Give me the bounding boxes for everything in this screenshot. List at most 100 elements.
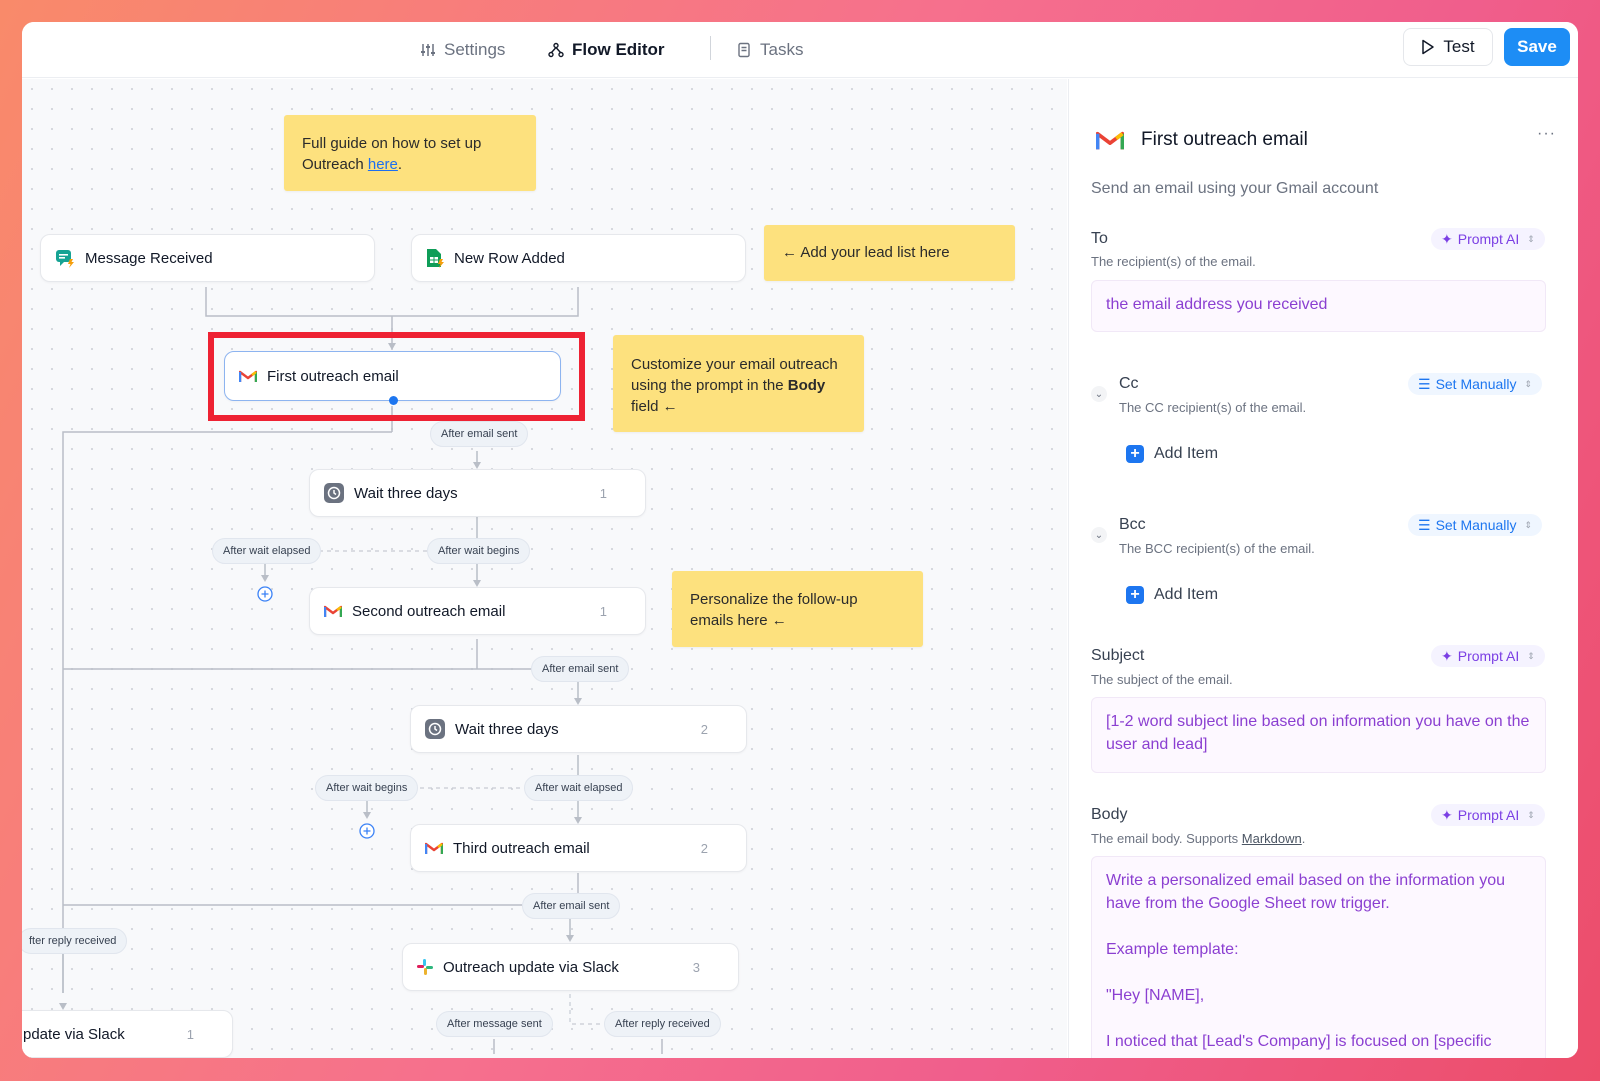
node-third-outreach-email[interactable]: Third outreach email 2 (410, 824, 747, 872)
chat-trigger-icon (56, 250, 74, 268)
bcc-mode-select[interactable]: ☰ Set Manually ⇕ (1408, 514, 1543, 536)
pill-after-wait-begins-1[interactable]: After wait begins (427, 538, 531, 564)
panel-subtitle: Send an email using your Gmail account (1091, 180, 1379, 197)
bcc-add-item-button[interactable]: + Add Item (1126, 586, 1218, 604)
body-mode-select[interactable]: ✦ Prompt AI ⇕ (1431, 804, 1545, 826)
plus-icon: + (1126, 586, 1144, 604)
add-step-icon[interactable] (359, 823, 375, 839)
node-message-received[interactable]: Message Received (40, 234, 375, 282)
subject-mode-select[interactable]: ✦ Prompt AI ⇕ (1431, 645, 1545, 667)
cc-mode-select[interactable]: ☰ Set Manually ⇕ (1408, 373, 1543, 395)
add-step-icon[interactable] (257, 586, 273, 602)
pill-after-email-sent-3[interactable]: After email sent (522, 893, 621, 919)
test-button[interactable]: Test (1403, 28, 1493, 66)
body-desc-text: The email body. Supports (1091, 831, 1242, 846)
list-icon: ☰ (1418, 375, 1431, 392)
gmail-icon (239, 370, 257, 382)
node-wait-2-count: 2 (700, 721, 708, 737)
node-wait-2-label: Wait three days (455, 720, 559, 738)
to-mode-label: Prompt AI (1457, 231, 1520, 247)
document-icon (738, 42, 750, 58)
save-button[interactable]: Save (1504, 28, 1570, 66)
body-line: Example template: (1106, 941, 1239, 958)
node-third-outreach-email-label: Third outreach email (453, 839, 590, 857)
tab-tasks[interactable]: Tasks (736, 34, 803, 66)
nav-divider (710, 36, 711, 60)
node-new-row-added[interactable]: New Row Added (411, 234, 746, 282)
node-message-received-label: Message Received (85, 249, 213, 267)
node-new-row-added-label: New Row Added (454, 249, 565, 267)
app-window: Settings Flow Editor Tasks Test Save Ful… (22, 22, 1578, 1058)
tab-flow-editor[interactable]: Flow Editor (548, 34, 665, 66)
bcc-add-item-label: Add Item (1154, 586, 1219, 603)
body-desc-suffix: . (1301, 831, 1306, 846)
chevron-down-icon[interactable]: ⌄ (1091, 527, 1107, 543)
chevron-down-icon[interactable]: ⌄ (1091, 386, 1107, 402)
body-mode-label: Prompt AI (1457, 807, 1520, 823)
body-desc: The email body. Supports Markdown. (1091, 831, 1305, 846)
note-customize-suffix: field ← (631, 398, 678, 415)
node-first-outreach-email[interactable]: First outreach email (224, 351, 561, 401)
body-line: Write a personalized email based on the … (1106, 872, 1506, 912)
node-slack-update-left-count: 1 (186, 1026, 194, 1042)
subject-mode-label: Prompt AI (1457, 648, 1520, 664)
body-field[interactable]: Write a personalized email based on the … (1091, 856, 1546, 1058)
markdown-link[interactable]: Markdown (1242, 831, 1302, 846)
tab-flow-editor-label: Flow Editor (572, 40, 665, 59)
clock-icon (324, 483, 344, 503)
pill-after-reply-received-left[interactable]: fter reply received (22, 928, 128, 954)
node-third-outreach-email-count: 2 (700, 840, 708, 856)
step-config-panel: First outreach email ··· Send an email u… (1068, 79, 1578, 1058)
tab-settings[interactable]: Settings (420, 34, 505, 66)
note-guide: Full guide on how to set up Outreach her… (284, 115, 536, 191)
to-field[interactable]: the email address you received (1091, 280, 1546, 332)
play-icon (1422, 39, 1435, 55)
chevron-updown-icon: ⇕ (1527, 809, 1535, 820)
pill-after-wait-elapsed-2[interactable]: After wait elapsed (524, 775, 634, 801)
node-slack-update-label: Outreach update via Slack (443, 958, 619, 976)
subject-desc: The subject of the email. (1091, 672, 1233, 687)
gmail-icon (1096, 131, 1124, 150)
sliders-icon (421, 44, 435, 56)
cc-label: Cc (1119, 375, 1139, 392)
pill-after-wait-begins-2[interactable]: After wait begins (315, 775, 419, 801)
body-line: "Hey [NAME], (1106, 987, 1205, 1004)
body-line: I noticed that [Lead's Company] is focus… (1106, 1033, 1492, 1050)
output-handle[interactable] (389, 396, 398, 405)
test-button-label: Test (1443, 37, 1475, 56)
note-customize: Customize your email outreach using the … (613, 335, 864, 432)
to-mode-select[interactable]: ✦ Prompt AI ⇕ (1431, 228, 1545, 250)
pill-after-email-sent-1[interactable]: After email sent (430, 421, 529, 447)
node-wait-1[interactable]: Wait three days 1 (309, 469, 646, 517)
pill-after-email-sent-2[interactable]: After email sent (531, 656, 630, 682)
node-wait-2[interactable]: Wait three days 2 (410, 705, 747, 753)
tab-settings-label: Settings (444, 40, 506, 59)
sparkle-icon: ✦ (1441, 806, 1453, 823)
guide-link[interactable]: here (368, 156, 398, 173)
node-slack-update[interactable]: Outreach update via Slack 3 (402, 943, 739, 991)
cc-add-item-label: Add Item (1154, 445, 1219, 462)
more-icon[interactable]: ··· (1537, 125, 1556, 143)
to-desc: The recipient(s) of the email. (1091, 254, 1256, 269)
pill-after-reply-received[interactable]: After reply received (604, 1011, 721, 1037)
pill-after-wait-elapsed-1[interactable]: After wait elapsed (212, 538, 322, 564)
subject-field[interactable]: [1-2 word subject line based on informat… (1091, 697, 1546, 773)
pill-after-message-sent[interactable]: After message sent (436, 1011, 553, 1037)
gmail-icon (324, 605, 342, 617)
chevron-updown-icon: ⇕ (1527, 650, 1535, 661)
note-customize-bold: Body (787, 377, 826, 394)
cc-add-item-button[interactable]: + Add Item (1126, 445, 1218, 463)
node-second-outreach-email-label: Second outreach email (352, 602, 506, 620)
node-slack-update-left[interactable]: pdate via Slack 1 (22, 1010, 233, 1058)
flow-canvas[interactable]: Full guide on how to set up Outreach her… (22, 79, 1067, 1058)
top-bar: Settings Flow Editor Tasks Test Save (22, 22, 1578, 78)
sparkle-icon: ✦ (1441, 230, 1453, 247)
tab-tasks-label: Tasks (760, 40, 804, 59)
bcc-mode-label: Set Manually (1435, 517, 1517, 533)
subject-label: Subject (1091, 647, 1145, 664)
note-lead-list: ← Add your lead list here (764, 225, 1015, 281)
note-guide-suffix: . (397, 156, 403, 173)
flow-icon (548, 42, 564, 58)
slack-icon (417, 959, 433, 975)
node-second-outreach-email[interactable]: Second outreach email 1 (309, 587, 646, 635)
